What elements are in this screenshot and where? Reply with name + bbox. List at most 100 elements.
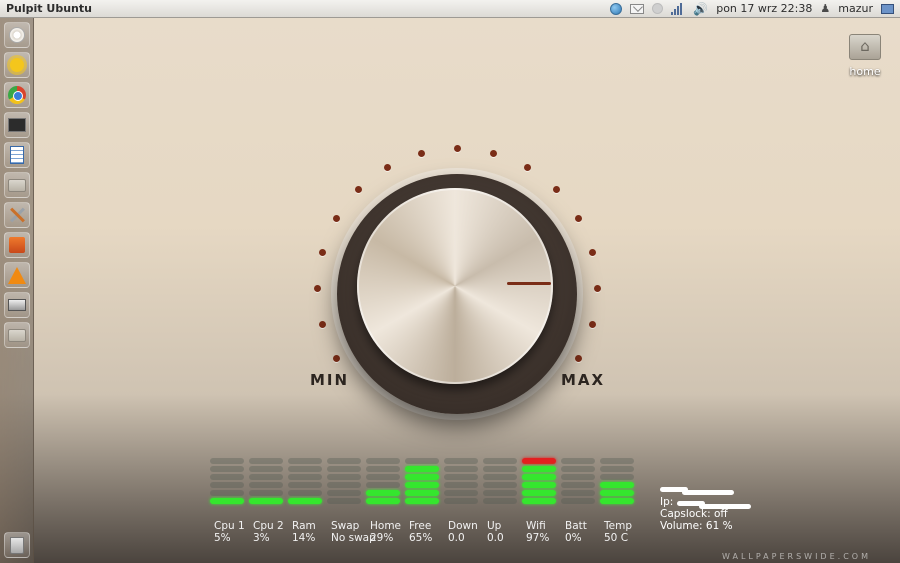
meter-bar — [366, 466, 400, 472]
network-globe-icon[interactable] — [610, 2, 623, 15]
meter-bar — [366, 490, 400, 496]
capslock-status: Capslock: off — [660, 508, 728, 520]
knob-dial-dot — [417, 149, 425, 157]
meter-bar — [444, 490, 478, 496]
meter-bar — [483, 490, 517, 496]
meter-bar — [249, 490, 283, 496]
launcher-writer-button[interactable] — [4, 142, 30, 168]
text-document-icon — [10, 146, 24, 164]
meter-label: Up — [487, 520, 502, 532]
meter-down: Down 0.0 — [444, 458, 480, 544]
home-folder-icon — [849, 34, 881, 60]
meter-swap: Swap No swap — [327, 458, 376, 544]
meter-label: Home — [370, 520, 402, 532]
meter-up: Up 0.0 — [483, 458, 519, 544]
launcher-trash-button[interactable] — [4, 532, 30, 558]
meter-bar — [444, 482, 478, 488]
trash-icon — [10, 536, 24, 554]
knob-indicator — [507, 282, 551, 285]
meter-bar — [366, 498, 400, 504]
meter-bar — [444, 498, 478, 504]
knob-dial-dot — [314, 285, 321, 292]
meter-bar — [483, 498, 517, 504]
knob-ring — [337, 174, 577, 414]
software-center-icon — [9, 237, 25, 253]
launcher-scanner-button[interactable] — [4, 292, 30, 318]
system-tray: 🔊 pon 17 wrz 22:38 ♟ mazur — [610, 2, 894, 16]
username[interactable]: mazur — [838, 2, 873, 15]
meter-bar — [522, 466, 556, 472]
launcher-software-center-button[interactable] — [4, 232, 30, 258]
system-monitor-meters: Cpu 1 5% Cpu 2 3% Ram 14% Swap No swap Home 29% Fr… — [210, 458, 640, 548]
launcher-files-button[interactable] — [4, 172, 30, 198]
meter-bar — [600, 490, 634, 496]
meter-value: 97% — [526, 532, 550, 544]
meter-bar — [405, 490, 439, 496]
meter-bar — [405, 458, 439, 464]
launcher-dash-button[interactable] — [4, 22, 30, 48]
meter-bar — [483, 474, 517, 480]
meter-bar — [327, 466, 361, 472]
launcher-vlc-button[interactable] — [4, 262, 30, 288]
knob-dial-dot — [384, 163, 391, 171]
meter-bar — [210, 498, 244, 504]
meter-bar — [561, 466, 595, 472]
meter-bar — [600, 466, 634, 472]
meter-bar — [327, 474, 361, 480]
redacted-hostname — [660, 484, 734, 496]
meter-bar — [327, 498, 361, 504]
meter-value: 3% — [253, 532, 270, 544]
meter-bar — [366, 482, 400, 488]
mail-icon[interactable] — [630, 3, 645, 14]
knob-dial-dot — [594, 285, 601, 292]
meter-bar — [600, 458, 634, 464]
signal-strength-icon[interactable] — [671, 2, 685, 15]
meter-bar — [561, 490, 595, 496]
meter-bar — [249, 498, 283, 504]
meter-value: 0% — [565, 532, 582, 544]
knob-dial-dot — [454, 145, 461, 152]
meter-bar — [522, 490, 556, 496]
launcher-folder-button[interactable] — [4, 322, 30, 348]
meter-bar — [327, 490, 361, 496]
meter-free: Free 65% — [405, 458, 441, 544]
ip-label: Ip: — [660, 496, 674, 508]
launcher-weather-button[interactable] — [4, 52, 30, 78]
launcher-chrome-button[interactable] — [4, 82, 30, 108]
meter-bar — [288, 474, 322, 480]
meter-label: Free — [409, 520, 432, 532]
meter-label: Wifi — [526, 520, 546, 532]
presence-icon[interactable] — [652, 3, 664, 14]
meter-bar — [288, 482, 322, 488]
meter-bar — [522, 474, 556, 480]
knob-dial-dot — [318, 248, 326, 256]
clock[interactable]: pon 17 wrz 22:38 — [716, 2, 812, 15]
knob-dial-dot — [589, 321, 597, 329]
launcher-terminal-button[interactable] — [4, 112, 30, 138]
meter-bar — [522, 482, 556, 488]
knob-dial-dot — [332, 215, 340, 222]
meter-bar — [210, 474, 244, 480]
knob-min-label: MIN — [310, 371, 350, 389]
system-tools-icon — [8, 206, 26, 224]
meter-label: Swap — [331, 520, 360, 532]
meter-label: Ram — [292, 520, 316, 532]
knob-dial-dot — [575, 215, 583, 222]
user-icon[interactable]: ♟ — [820, 2, 830, 15]
meter-bar — [288, 458, 322, 464]
volume-icon[interactable]: 🔊 — [693, 2, 708, 16]
meter-value: 65% — [409, 532, 433, 544]
session-monitor-icon[interactable] — [881, 3, 894, 14]
desktop-home-icon[interactable]: home — [842, 34, 888, 78]
meter-bar — [561, 482, 595, 488]
meter-bar — [444, 466, 478, 472]
meter-bar — [288, 498, 322, 504]
meter-bar — [288, 490, 322, 496]
knob-dial-dot — [332, 355, 340, 362]
meter-bar — [483, 466, 517, 472]
meter-cpu-1: Cpu 1 5% — [210, 458, 246, 544]
launcher-settings-button[interactable] — [4, 202, 30, 228]
meter-cpu-2: Cpu 2 3% — [249, 458, 285, 544]
meter-bar — [483, 482, 517, 488]
meter-value: 5% — [214, 532, 231, 544]
